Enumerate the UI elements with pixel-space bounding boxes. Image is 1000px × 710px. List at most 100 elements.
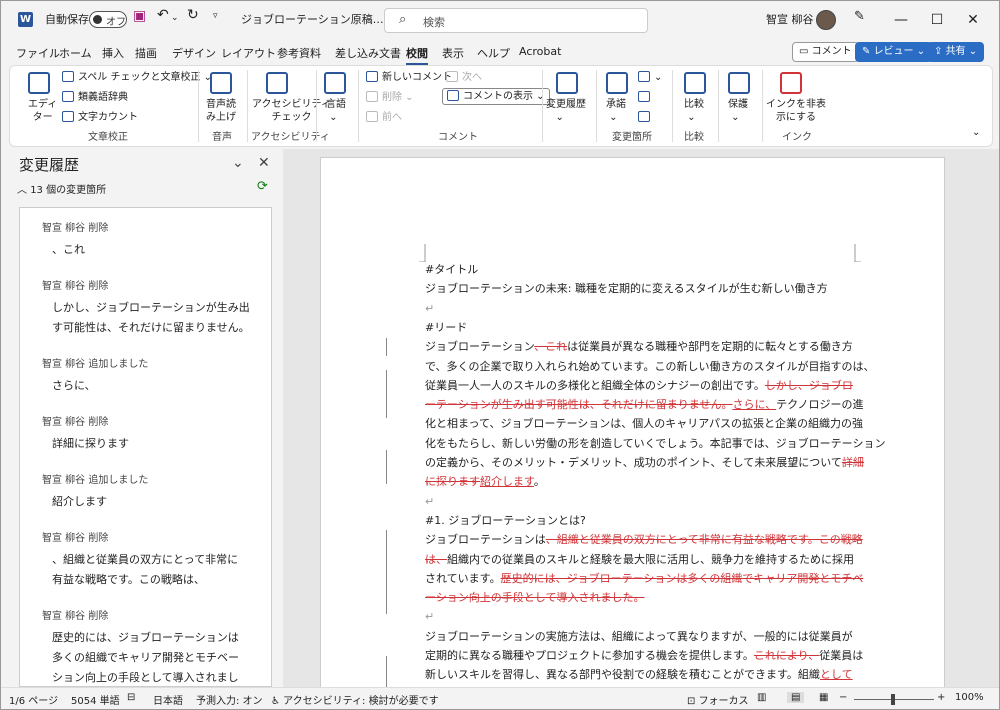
save-icon[interactable]: ▣ — [133, 8, 146, 24]
prev-comment-label: 前へ — [382, 112, 402, 123]
group-accessibility: アクセシビリティ — [251, 132, 330, 143]
customize-qat-icon[interactable]: ▿ — [213, 11, 218, 21]
protect-button[interactable]: 保護 ⌄ — [728, 98, 748, 124]
avatar[interactable] — [816, 10, 836, 30]
track-changes-button[interactable]: 変更履歴 ⌄ — [546, 98, 586, 124]
accessibility-button[interactable]: アクセシビリティ チェック — [252, 98, 331, 124]
new-comment-label: 新しいコメント — [382, 72, 452, 83]
language-label: 言語 — [326, 99, 346, 110]
collapse-ribbon-icon[interactable]: ⌄ — [972, 126, 980, 139]
tab-6[interactable]: 参考資料 — [277, 45, 321, 61]
delete-comment-button[interactable]: 削除 ⌄ — [366, 91, 414, 104]
tab-9[interactable]: 表示 — [442, 45, 464, 61]
user-name[interactable]: 智宣 柳谷 — [766, 11, 814, 27]
tab-4[interactable]: デザイン — [172, 45, 216, 61]
doc-line: は、組織内での従業員のスキルと経験を最大限に活用し、競争力を維持するために採用 — [425, 552, 854, 568]
focus-button[interactable]: ⊡ フォーカス — [687, 692, 749, 707]
word-count-button[interactable]: 文字カウント — [62, 111, 138, 124]
proofing-icon[interactable]: ⊟ — [127, 692, 135, 703]
minimize-button[interactable]: — — [887, 7, 915, 33]
language-status[interactable]: 日本語 — [153, 692, 183, 707]
zoom-out-button[interactable]: − — [839, 692, 847, 703]
show-comments-button[interactable]: コメントの表示 ⌄ — [442, 88, 550, 105]
prev-comment-button[interactable]: 前へ — [366, 111, 402, 124]
tab-11[interactable]: Acrobat — [519, 45, 561, 58]
doc-line: 定期的に異なる職種やプロジェクトに参加する機会を提供します。これにより、従業員は — [425, 648, 863, 664]
crop-mark-left — [419, 244, 426, 262]
share-button[interactable]: ⇪ 共有 ⌄ — [927, 42, 985, 62]
tab-10[interactable]: ヘルプ — [477, 45, 510, 61]
zoom-slider-thumb[interactable] — [891, 694, 895, 705]
revision-item[interactable]: 智宣 柳谷 削除 詳細に探ります — [42, 416, 267, 454]
zoom-in-button[interactable]: + — [937, 692, 945, 703]
undo-dropdown-icon[interactable]: ⌄ — [171, 13, 179, 23]
revision-text: 詳細に探ります — [52, 437, 129, 450]
print-layout-icon[interactable]: ▤ — [787, 692, 805, 703]
inserted-text: 紹介します — [480, 475, 534, 489]
revision-item[interactable]: 智宣 柳谷 追加しました さらに、 — [42, 358, 267, 396]
page-count[interactable]: 1/6 ページ — [9, 692, 58, 707]
delete-comment-icon — [366, 91, 378, 102]
new-comment-button[interactable]: 新しいコメント — [366, 71, 452, 84]
next-comment-button[interactable]: 次へ — [446, 71, 482, 84]
doc-line: #リード — [425, 320, 467, 336]
revision-item[interactable]: 智宣 柳谷 削除 しかし、ジョブローテーションが生み出 す可能性は、それだけに留まり… — [42, 280, 267, 338]
tab-3[interactable]: 描画 — [135, 45, 157, 61]
doc-line: ジョブローテーション、これは従業員が異なる職種や部門を定期的に転々とする働き方 — [425, 339, 853, 355]
maximize-button[interactable]: ☐ — [923, 7, 951, 33]
pane-options-icon[interactable]: ⌄ — [232, 155, 244, 171]
revision-item[interactable]: 智宣 柳谷 追加しました 紹介します — [42, 474, 267, 512]
revisions-list: 智宣 柳谷 削除 、これ智宣 柳谷 削除 しかし、ジョブローテーションが生み出 す可能… — [19, 207, 272, 687]
previous-change-button[interactable] — [638, 91, 654, 104]
autosave-toggle[interactable]: オフ — [89, 11, 127, 28]
search-box[interactable]: ⌕ 検索 — [384, 8, 648, 33]
thesaurus-button[interactable]: 類義語辞典 — [62, 91, 128, 104]
compare-button[interactable]: 比較 ⌄ — [684, 98, 704, 124]
doc-line: ジョブローテーションの未来: 職種を定期的に変えるスタイルが生む新しい働き方 — [425, 281, 828, 297]
tab-8[interactable]: 校閲 — [406, 45, 428, 65]
tab-0[interactable]: ファイル — [16, 45, 60, 61]
pen-icon[interactable]: ✎ — [854, 9, 865, 24]
comment-button[interactable]: ▭ コメント — [792, 42, 859, 62]
document-title[interactable]: ジョブローテーション原稿.… — [241, 11, 387, 27]
doc-line: ーテーションが生み出す可能性は、それだけに留まりません。さらに、テクノロジーの進 — [425, 397, 863, 413]
redo-icon[interactable]: ↻ — [187, 7, 199, 23]
editor-button[interactable]: エディ ター — [28, 98, 57, 124]
tab-2[interactable]: 挿入 — [102, 45, 124, 61]
text-prediction-status[interactable]: 予測入力: オン — [196, 692, 263, 707]
track-changes-icon — [556, 72, 578, 94]
revision-item[interactable]: 智宣 柳谷 削除 、これ — [42, 222, 267, 260]
focus-icon: ⊡ — [687, 696, 699, 707]
tab-7[interactable]: 差し込み文書 — [335, 45, 401, 61]
reject-button[interactable]: ⌄ — [638, 71, 662, 84]
tab-1[interactable]: ホーム — [59, 45, 92, 61]
pane-close-icon[interactable]: ✕ — [258, 155, 270, 171]
revision-item[interactable]: 智宣 柳谷 削除 、組織と従業員の双方にとって非常に 有益な戦略です。この戦略は、 — [42, 532, 267, 590]
document-page[interactable]: #タイトル ジョブローテーションの未来: 職種を定期的に変えるスタイルが生む新しい… — [320, 157, 945, 701]
accessibility-status[interactable]: ♿ アクセシビリティ: 検討が必要です — [271, 692, 439, 707]
read-aloud-button[interactable]: 音声読 み上げ — [206, 98, 236, 124]
refresh-icon[interactable]: ⟳ — [257, 179, 268, 194]
revisions-count[interactable]: ︿ 13 個の変更箇所 — [17, 181, 106, 196]
title-bar: W 自動保存 オフ ▣ ↶ ⌄ ↻ ▿ ジョブローテーション原稿.… ⌕ 検索 智… — [1, 1, 999, 39]
spell-check-button[interactable]: スペル チェックと文章校正 ⌄ — [62, 71, 212, 84]
focus-label: フォーカス — [698, 696, 749, 707]
doc-text: #1. ジョブローテーションとは? — [425, 513, 586, 527]
zoom-level[interactable]: 100% — [955, 692, 984, 703]
protect-icon — [728, 72, 750, 94]
tab-5[interactable]: レイアウト — [221, 45, 276, 61]
web-layout-icon[interactable]: ▦ — [819, 692, 828, 703]
doc-text: 組織内での従業員のスキルと経験を最大限に活用し、競争力を維持するために採用 — [447, 552, 854, 566]
collapse-icon: ︿ — [17, 185, 31, 196]
close-button[interactable]: ✕ — [959, 7, 987, 33]
language-button[interactable]: 言語 ⌄ — [326, 98, 346, 124]
hide-ink-button[interactable]: インクを非表 示にする — [766, 98, 826, 124]
undo-icon[interactable]: ↶ — [157, 7, 169, 23]
revision-item[interactable]: 智宣 柳谷 削除 歴史的には、ジョブローテーションは 多くの組織でキャリア開発とモチ… — [42, 610, 267, 686]
review-button[interactable]: ✎ レビュー ⌄ — [855, 42, 933, 62]
read-mode-icon[interactable]: ▥ — [757, 692, 766, 703]
new-comment-icon — [366, 71, 378, 82]
accept-button[interactable]: 承諾 ⌄ — [606, 98, 626, 124]
word-count-status[interactable]: 5054 単語 — [71, 692, 120, 707]
next-change-button[interactable] — [638, 111, 654, 124]
